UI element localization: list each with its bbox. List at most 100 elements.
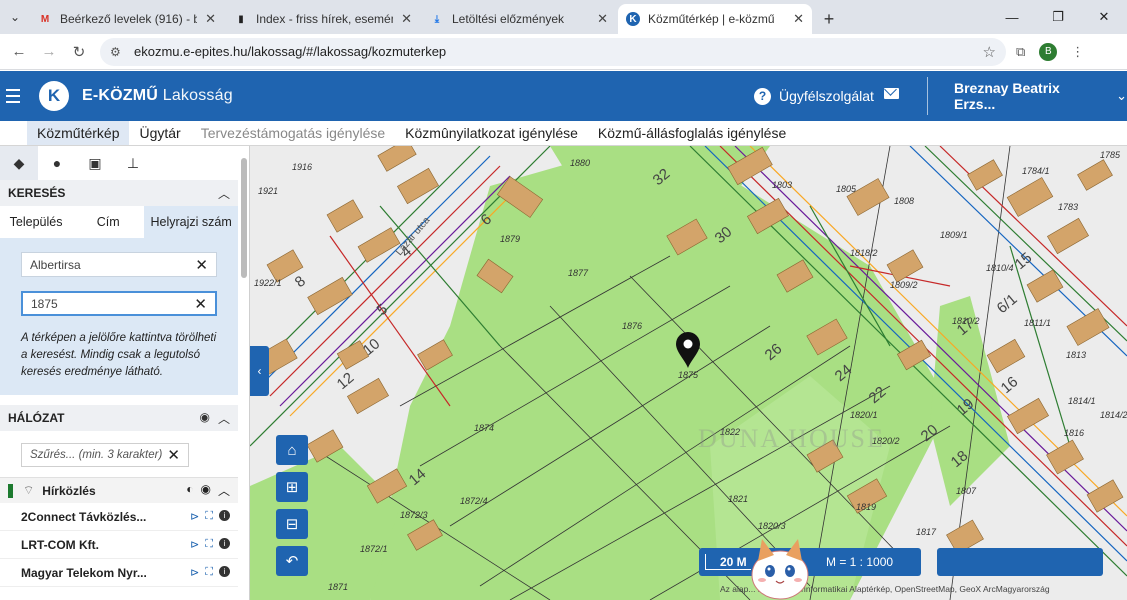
zoom-extent-icon[interactable]: ⛶: [205, 510, 213, 523]
chevron-up-icon[interactable]: ︿: [218, 185, 230, 202]
parcel-label: 1872/4: [460, 496, 488, 506]
header-divider: [927, 77, 928, 115]
ekozmu-logo[interactable]: K: [39, 81, 69, 111]
mail-icon[interactable]: [884, 88, 899, 99]
share-icon[interactable]: ⊳: [190, 510, 199, 523]
zoom-extent-icon[interactable]: ⛶: [205, 538, 213, 551]
share-icon[interactable]: ⊳: [190, 566, 199, 579]
browser-tab-index[interactable]: ▮ Index - friss hírek, események, s ✕: [226, 4, 420, 34]
parcel-label: 1783: [1058, 202, 1078, 212]
extensions-icon[interactable]: ⧉: [1016, 44, 1025, 60]
network-item-label: 2Connect Távközlés...: [21, 509, 147, 524]
network-filter-input[interactable]: Szűrés... (min. 3 karakter) ✕: [21, 443, 189, 467]
opacity-icon[interactable]: ◐: [186, 482, 193, 499]
print-icon[interactable]: ▣: [76, 146, 114, 180]
undo-button[interactable]: ↶: [276, 546, 308, 576]
zoom-out-button[interactable]: ⊟: [276, 509, 308, 539]
tab-title: Index - friss hírek, események, s: [256, 12, 393, 26]
close-tab-icon[interactable]: ✕: [793, 11, 804, 27]
back-icon[interactable]: ←: [4, 43, 34, 60]
chevron-down-icon: ⌄: [1116, 88, 1127, 103]
search-section-header[interactable]: KERESÉS ︿: [0, 180, 238, 206]
network-item[interactable]: LRT-COM Kft. ⊳ ⛶ i: [0, 531, 238, 559]
eye-icon[interactable]: ◉: [200, 410, 210, 427]
restore-icon[interactable]: ❐: [1035, 0, 1081, 34]
nav-kozmuterkep[interactable]: Közműtérkép: [27, 121, 130, 145]
clear-icon[interactable]: ✕: [194, 295, 207, 313]
layers-icon[interactable]: ◆: [0, 146, 38, 180]
user-menu[interactable]: Breznay Beatrix Erzs... ⌄: [954, 71, 1127, 121]
network-group-hirkozles[interactable]: ⌔ Hírközlés ◐ ◉ ︿: [0, 477, 238, 503]
settlement-value: Albertirsa: [30, 257, 81, 272]
parcel-label: 1807: [956, 486, 977, 496]
minimize-icon[interactable]: —: [989, 0, 1035, 34]
network-section-header[interactable]: HÁLÓZAT ◉ ︿: [0, 405, 238, 431]
zoom-in-button[interactable]: ⊞: [276, 472, 308, 502]
zoom-extent-icon[interactable]: ⛶: [205, 566, 213, 579]
clear-icon[interactable]: ✕: [195, 256, 208, 274]
support-link[interactable]: ? Ügyfélszolgálat: [754, 71, 874, 121]
browser-tab-ekozmu[interactable]: K Közműtérkép | e-közmű ✕: [618, 4, 812, 34]
collapse-panel-button[interactable]: ‹: [250, 346, 269, 396]
parcel-label: 1922/1: [254, 278, 282, 288]
url-input[interactable]: ⚙ ekozmu.e-epites.hu/lakossag/#/lakossag…: [100, 37, 1006, 66]
site-info-icon[interactable]: ⚙: [110, 45, 128, 59]
close-window-icon[interactable]: ✕: [1081, 0, 1127, 34]
parcel-label: 1820/1: [850, 410, 878, 420]
building: [1007, 397, 1049, 435]
browser-menu-icon[interactable]: ⋮: [1071, 44, 1084, 60]
building: [326, 199, 364, 233]
info-icon[interactable]: i: [219, 566, 230, 577]
map-drawing[interactable]: 1916 1921 1880 1803 1805 1808 1785 1784/1 1783 18…: [250, 146, 1127, 600]
parcel-label: 1784/1: [1022, 166, 1050, 176]
hamburger-menu-icon[interactable]: [0, 71, 26, 121]
tab-telepules[interactable]: Település: [0, 206, 72, 238]
new-tab-button[interactable]: +: [814, 4, 844, 34]
info-icon[interactable]: i: [219, 510, 230, 521]
tab-helyrajzi-szam[interactable]: Helyrajzi szám: [144, 206, 238, 238]
parcel-label: 1811/1: [1024, 318, 1051, 328]
map-canvas[interactable]: 1916 1921 1880 1803 1805 1808 1785 1784/1 1783 18…: [250, 146, 1127, 600]
parcel-label: 1813: [1066, 350, 1086, 360]
browser-tab-downloads[interactable]: ⤓ Letöltési előzmények ✕: [422, 4, 616, 34]
parcel-label: 1819: [856, 502, 876, 512]
eye-icon[interactable]: ◉: [201, 482, 211, 499]
home-button[interactable]: ⌂: [276, 435, 308, 465]
panel-scrollbar[interactable]: [241, 158, 247, 278]
info-icon[interactable]: i: [219, 538, 230, 549]
tab-search-icon[interactable]: ⌄: [0, 0, 30, 34]
close-tab-icon[interactable]: ✕: [401, 11, 412, 27]
sub-navigation: Közműtérkép Ügytár Tervezéstámogatás igé…: [0, 121, 1127, 146]
clear-icon[interactable]: ✕: [167, 446, 180, 464]
parcel-number-input[interactable]: 1875 ✕: [21, 291, 217, 316]
network-item[interactable]: Magyar Telekom Nyr... ⊳ ⛶ i: [0, 559, 238, 587]
parcel-label: 1821: [728, 494, 748, 504]
nav-kozmu-allasfoglalas[interactable]: Közmű-állásfoglalás igénylése: [588, 121, 796, 145]
browser-tab-gmail[interactable]: M Beérkező levelek (916) - beatrix ✕: [30, 4, 224, 34]
parcel-label: 1803: [772, 180, 792, 190]
chevron-up-icon[interactable]: ︿: [218, 482, 230, 499]
network-item-label: Magyar Telekom Nyr...: [21, 565, 147, 580]
nav-ugytar[interactable]: Ügytár: [129, 121, 190, 145]
measure-icon[interactable]: ⊥: [114, 146, 152, 180]
profile-avatar[interactable]: B: [1039, 42, 1058, 61]
panel-toolbar: ◆ ● ▣ ⊥: [0, 146, 249, 180]
tab-cim[interactable]: Cím: [72, 206, 144, 238]
settlement-input[interactable]: Albertirsa ✕: [21, 252, 217, 277]
close-tab-icon[interactable]: ✕: [205, 11, 216, 27]
reload-icon[interactable]: ↻: [64, 43, 94, 61]
share-icon[interactable]: ⊳: [190, 538, 199, 551]
network-header-label: HÁLÓZAT: [8, 411, 65, 425]
info-icon[interactable]: ●: [38, 146, 76, 180]
close-tab-icon[interactable]: ✕: [597, 11, 608, 27]
coordinate-bar[interactable]: [937, 548, 1103, 576]
house-number: 8: [292, 273, 309, 291]
bookmark-star-icon[interactable]: ☆: [983, 43, 996, 61]
app-header: K E-KÖZMŰ Lakosság ? Ügyfélszolgálat Bre…: [0, 71, 1127, 121]
nav-kozmunyilatkozat[interactable]: Közmûnyilatkozat igénylése: [395, 121, 588, 145]
forward-icon[interactable]: →: [34, 43, 64, 60]
network-item[interactable]: 2Connect Távközlés... ⊳ ⛶ i: [0, 503, 238, 531]
chevron-up-icon[interactable]: ︿: [218, 410, 230, 427]
building: [886, 249, 924, 283]
wifi-icon: ⌔: [23, 483, 35, 497]
